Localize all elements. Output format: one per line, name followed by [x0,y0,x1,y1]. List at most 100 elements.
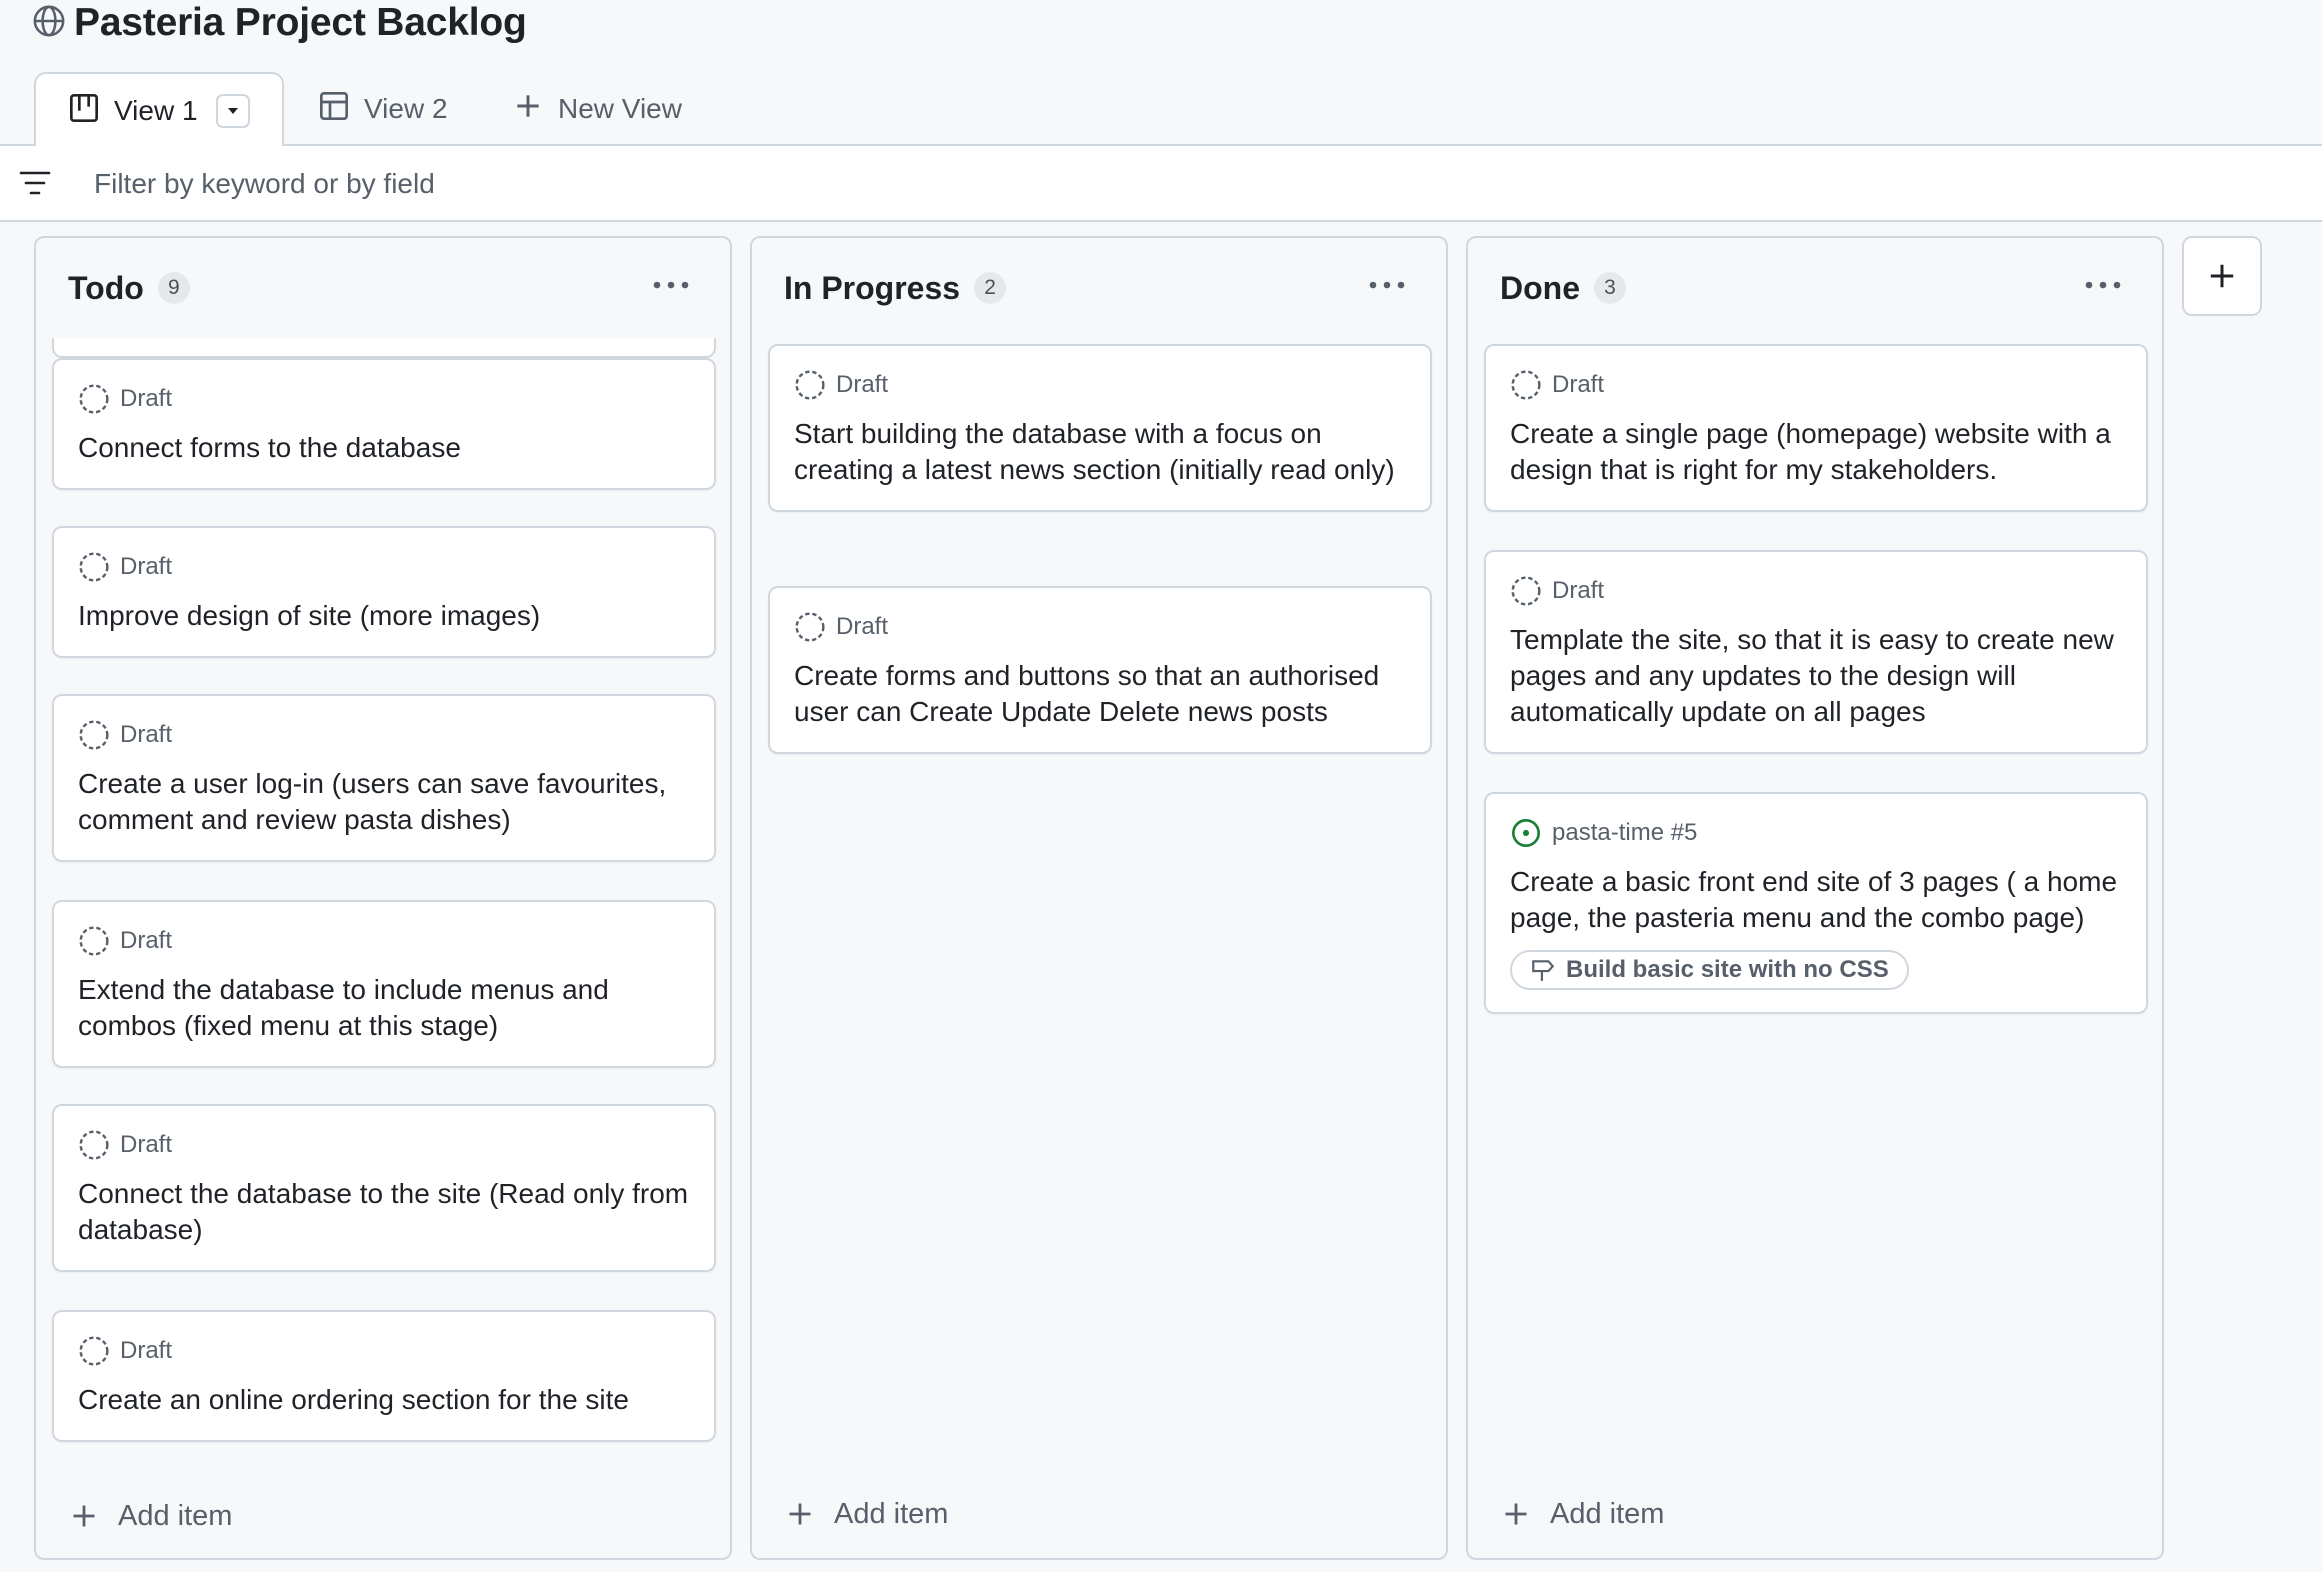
kebab-horizontal-icon [1369,281,1405,289]
card-title[interactable]: Create a basic front end site of 3 pages… [1510,864,2122,936]
card[interactable]: Draft Improve design of site (more image… [52,526,716,658]
add-item-button[interactable]: Add item [786,1492,948,1536]
project-board: Pasteria Project Backlog View 1 View 2 N… [0,0,2322,1572]
column-menu-button[interactable] [646,268,696,302]
tab-label: View 2 [364,93,448,124]
column-count-badge: 2 [974,272,1007,304]
card[interactable]: pasta-time #5 Create a basic front end s… [1484,792,2148,1014]
plus-icon [789,1503,811,1525]
card[interactable]: Draft Create a user log-in (users can sa… [52,694,716,862]
card-type: Draft [120,385,173,412]
tab-view-2[interactable]: View 2 [318,72,448,146]
card-type: Draft [120,721,173,748]
plus-icon [73,1505,95,1527]
column-menu-button[interactable] [1362,268,1412,302]
issue-reference[interactable]: pasta-time #5 [1552,819,1697,847]
card-partial[interactable] [52,338,716,358]
card-type: Draft [836,371,889,398]
column-in-progress: In Progress 2 Draft Start building the d… [750,236,1448,1560]
kebab-horizontal-icon [2085,281,2121,289]
card-type: Draft [836,613,889,640]
card-title[interactable]: Create a single page (homepage) website … [1510,416,2122,488]
issue-opened-icon [1512,819,1540,847]
draft-icon [79,720,109,750]
milestone-icon [1532,960,1555,981]
add-item-label: Add item [118,1499,233,1532]
card-meta: Draft [78,1128,690,1162]
card-meta: Draft [78,718,690,752]
draft-icon [79,1336,109,1366]
column-header: Todo 9 [36,238,730,338]
card-type: Draft [120,1131,173,1158]
tab-view-1[interactable]: View 1 [34,72,284,148]
card-meta: Draft [78,550,690,584]
draft-icon [79,384,109,414]
add-item-button[interactable]: Add item [70,1494,232,1538]
card[interactable]: Draft Connect forms to the database [52,358,716,490]
card-title[interactable]: Start building the database with a focus… [794,416,1406,488]
card-title[interactable]: Extend the database to include menus and… [78,972,690,1044]
draft-icon [1511,576,1541,606]
card[interactable]: Draft Extend the database to include men… [52,900,716,1068]
card-title[interactable]: Improve design of site (more images) [78,598,690,634]
new-view-button[interactable]: New View [512,72,682,146]
add-item-label: Add item [834,1497,949,1530]
column-todo: Todo 9 Draft Connect forms to the databa… [34,236,732,1560]
card-title[interactable]: Template the site, so that it is easy to… [1510,622,2122,730]
milestone-label[interactable]: Build basic site with no CSS [1510,950,1909,990]
plus-icon [2210,264,2234,288]
card-title[interactable]: Connect forms to the database [78,430,690,466]
column-menu-button[interactable] [2078,268,2128,302]
filter-input[interactable] [94,162,1894,206]
filter-icon[interactable] [18,168,52,198]
table-icon [318,90,350,129]
page-title: Pasteria Project Backlog [74,1,527,44]
card-type: Draft [120,553,173,580]
tab-label: New View [558,93,682,124]
tab-label: View 1 [114,95,198,126]
draft-icon [79,552,109,582]
column-count-badge: 3 [1594,272,1626,304]
project-header: Pasteria Project Backlog [32,0,527,46]
card-meta: Draft [794,610,1406,644]
column-title: Todo [68,269,144,306]
card[interactable]: Draft Create forms and buttons so that a… [768,586,1432,754]
card-meta: Draft [78,1334,690,1368]
card-type: Draft [1552,371,1605,398]
card[interactable]: Draft Connect the database to the site (… [52,1104,716,1272]
card-type: Draft [120,1337,173,1364]
card[interactable]: Draft Create an online ordering section … [52,1310,716,1442]
card-title[interactable]: Connect the database to the site (Read o… [78,1176,690,1248]
card-meta: Draft [78,382,690,416]
column-header: In Progress 2 [752,238,1446,338]
card[interactable]: Draft Template the site, so that it is e… [1484,550,2148,754]
triangle-down-icon [227,108,238,114]
column-count-badge: 9 [157,272,190,304]
column-title: Done [1500,269,1580,306]
globe-icon [32,4,66,43]
card-meta: Draft [794,368,1406,402]
plus-icon [1505,1503,1527,1525]
draft-icon [795,370,825,400]
card[interactable]: Draft Start building the database with a… [768,344,1432,512]
plus-icon [512,90,544,129]
card-type: Draft [120,927,173,954]
card-title[interactable]: Create forms and buttons so that an auth… [794,658,1406,730]
view-options-dropdown[interactable] [215,94,250,128]
add-item-label: Add item [1550,1497,1665,1530]
add-item-button[interactable]: Add item [1502,1492,1664,1536]
draft-icon [1511,370,1541,400]
card-title[interactable]: Create an online ordering section for th… [78,1382,690,1418]
column-header: Done 3 [1468,238,2162,338]
card-title[interactable]: Create a user log-in (users can save fav… [78,766,690,838]
card-meta: Draft [1510,368,2122,402]
column-title: In Progress [784,269,961,306]
view-tabs: View 1 View 2 New View [0,72,2322,148]
card[interactable]: Draft Create a single page (homepage) we… [1484,344,2148,512]
filter-bar [0,146,2322,222]
card-type: Draft [1552,577,1605,604]
add-column-button[interactable] [2182,236,2262,316]
card-meta: Draft [78,924,690,958]
card-meta: pasta-time #5 [1510,816,2122,850]
board-icon [68,92,100,131]
